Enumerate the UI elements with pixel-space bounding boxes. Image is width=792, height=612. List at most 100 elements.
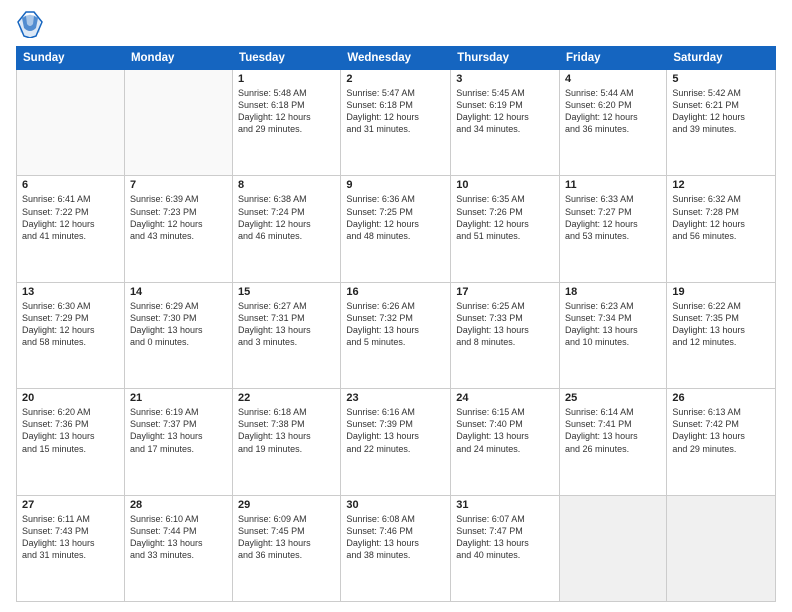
day-detail: Sunrise: 6:11 AM Sunset: 7:43 PM Dayligh… bbox=[22, 513, 119, 562]
day-detail: Sunrise: 6:36 AM Sunset: 7:25 PM Dayligh… bbox=[346, 193, 445, 242]
calendar-cell: 13 Sunrise: 6:30 AM Sunset: 7:29 PM Dayli… bbox=[17, 282, 125, 388]
day-detail: Sunrise: 5:42 AM Sunset: 6:21 PM Dayligh… bbox=[672, 87, 770, 136]
day-number: 15 bbox=[238, 286, 335, 298]
day-number: 24 bbox=[456, 392, 554, 404]
calendar-week-row: 20 Sunrise: 6:20 AM Sunset: 7:36 PM Dayli… bbox=[17, 389, 776, 495]
col-saturday: Saturday bbox=[667, 47, 776, 70]
calendar-cell: 23 Sunrise: 6:16 AM Sunset: 7:39 PM Dayli… bbox=[341, 389, 451, 495]
day-detail: Sunrise: 6:13 AM Sunset: 7:42 PM Dayligh… bbox=[672, 406, 770, 455]
day-detail: Sunrise: 6:16 AM Sunset: 7:39 PM Dayligh… bbox=[346, 406, 445, 455]
calendar-cell bbox=[17, 70, 125, 176]
day-detail: Sunrise: 6:30 AM Sunset: 7:29 PM Dayligh… bbox=[22, 300, 119, 349]
day-number: 27 bbox=[22, 499, 119, 511]
day-detail: Sunrise: 6:29 AM Sunset: 7:30 PM Dayligh… bbox=[130, 300, 227, 349]
calendar-cell: 15 Sunrise: 6:27 AM Sunset: 7:31 PM Dayli… bbox=[233, 282, 341, 388]
day-detail: Sunrise: 6:26 AM Sunset: 7:32 PM Dayligh… bbox=[346, 300, 445, 349]
day-detail: Sunrise: 6:20 AM Sunset: 7:36 PM Dayligh… bbox=[22, 406, 119, 455]
day-number: 7 bbox=[130, 179, 227, 191]
day-number: 25 bbox=[565, 392, 661, 404]
calendar-cell: 25Sunrise: 6:14 AM Sunset: 7:41 PM Dayli… bbox=[560, 389, 667, 495]
day-detail: Sunrise: 6:08 AM Sunset: 7:46 PM Dayligh… bbox=[346, 513, 445, 562]
day-number: 23 bbox=[346, 392, 445, 404]
calendar-cell: 1 Sunrise: 5:48 AM Sunset: 6:18 PM Daylig… bbox=[233, 70, 341, 176]
day-detail: Sunrise: 6:32 AM Sunset: 7:28 PM Dayligh… bbox=[672, 193, 770, 242]
day-number: 11 bbox=[565, 179, 661, 191]
calendar-cell bbox=[560, 495, 667, 601]
day-number: 28 bbox=[130, 499, 227, 511]
calendar-cell bbox=[667, 495, 776, 601]
calendar-cell: 2Sunrise: 5:47 AM Sunset: 6:18 PM Daylig… bbox=[341, 70, 451, 176]
calendar-cell: 19Sunrise: 6:22 AM Sunset: 7:35 PM Dayli… bbox=[667, 282, 776, 388]
day-number: 8 bbox=[238, 179, 335, 191]
day-number: 3 bbox=[456, 73, 554, 85]
day-detail: Sunrise: 6:23 AM Sunset: 7:34 PM Dayligh… bbox=[565, 300, 661, 349]
logo bbox=[16, 10, 48, 38]
calendar-cell: 21Sunrise: 6:19 AM Sunset: 7:37 PM Dayli… bbox=[124, 389, 232, 495]
calendar-cell: 18 Sunrise: 6:23 AM Sunset: 7:34 PM Dayli… bbox=[560, 282, 667, 388]
day-number: 22 bbox=[238, 392, 335, 404]
calendar-header-row: Sunday Monday Tuesday Wednesday Thursday… bbox=[17, 47, 776, 70]
day-detail: Sunrise: 6:15 AM Sunset: 7:40 PM Dayligh… bbox=[456, 406, 554, 455]
calendar-cell: 22 Sunrise: 6:18 AM Sunset: 7:38 PM Dayli… bbox=[233, 389, 341, 495]
day-number: 18 bbox=[565, 286, 661, 298]
day-number: 21 bbox=[130, 392, 227, 404]
page: Sunday Monday Tuesday Wednesday Thursday… bbox=[0, 0, 792, 612]
day-detail: Sunrise: 6:07 AM Sunset: 7:47 PM Dayligh… bbox=[456, 513, 554, 562]
day-number: 20 bbox=[22, 392, 119, 404]
calendar-cell: 30 Sunrise: 6:08 AM Sunset: 7:46 PM Dayli… bbox=[341, 495, 451, 601]
day-detail: Sunrise: 6:41 AM Sunset: 7:22 PM Dayligh… bbox=[22, 193, 119, 242]
col-friday: Friday bbox=[560, 47, 667, 70]
calendar-cell: 7 Sunrise: 6:39 AM Sunset: 7:23 PM Daylig… bbox=[124, 176, 232, 282]
day-number: 2 bbox=[346, 73, 445, 85]
day-detail: Sunrise: 6:25 AM Sunset: 7:33 PM Dayligh… bbox=[456, 300, 554, 349]
day-detail: Sunrise: 5:44 AM Sunset: 6:20 PM Dayligh… bbox=[565, 87, 661, 136]
calendar-cell: 27 Sunrise: 6:11 AM Sunset: 7:43 PM Dayli… bbox=[17, 495, 125, 601]
calendar-cell: 6Sunrise: 6:41 AM Sunset: 7:22 PM Daylig… bbox=[17, 176, 125, 282]
day-number: 13 bbox=[22, 286, 119, 298]
day-number: 31 bbox=[456, 499, 554, 511]
day-number: 5 bbox=[672, 73, 770, 85]
day-detail: Sunrise: 6:10 AM Sunset: 7:44 PM Dayligh… bbox=[130, 513, 227, 562]
day-number: 17 bbox=[456, 286, 554, 298]
day-detail: Sunrise: 5:48 AM Sunset: 6:18 PM Dayligh… bbox=[238, 87, 335, 136]
day-detail: Sunrise: 6:18 AM Sunset: 7:38 PM Dayligh… bbox=[238, 406, 335, 455]
calendar-week-row: 1 Sunrise: 5:48 AM Sunset: 6:18 PM Daylig… bbox=[17, 70, 776, 176]
calendar-cell: 16Sunrise: 6:26 AM Sunset: 7:32 PM Dayli… bbox=[341, 282, 451, 388]
col-wednesday: Wednesday bbox=[341, 47, 451, 70]
day-number: 1 bbox=[238, 73, 335, 85]
calendar-cell: 9 Sunrise: 6:36 AM Sunset: 7:25 PM Daylig… bbox=[341, 176, 451, 282]
calendar-cell bbox=[124, 70, 232, 176]
day-detail: Sunrise: 6:35 AM Sunset: 7:26 PM Dayligh… bbox=[456, 193, 554, 242]
day-number: 4 bbox=[565, 73, 661, 85]
day-detail: Sunrise: 6:27 AM Sunset: 7:31 PM Dayligh… bbox=[238, 300, 335, 349]
calendar-cell: 31 Sunrise: 6:07 AM Sunset: 7:47 PM Dayli… bbox=[451, 495, 560, 601]
calendar-cell: 20 Sunrise: 6:20 AM Sunset: 7:36 PM Dayli… bbox=[17, 389, 125, 495]
day-number: 30 bbox=[346, 499, 445, 511]
day-number: 29 bbox=[238, 499, 335, 511]
calendar-cell: 29 Sunrise: 6:09 AM Sunset: 7:45 PM Dayli… bbox=[233, 495, 341, 601]
calendar-table: Sunday Monday Tuesday Wednesday Thursday… bbox=[16, 46, 776, 602]
day-detail: Sunrise: 6:33 AM Sunset: 7:27 PM Dayligh… bbox=[565, 193, 661, 242]
calendar-week-row: 6Sunrise: 6:41 AM Sunset: 7:22 PM Daylig… bbox=[17, 176, 776, 282]
day-detail: Sunrise: 6:22 AM Sunset: 7:35 PM Dayligh… bbox=[672, 300, 770, 349]
day-number: 12 bbox=[672, 179, 770, 191]
header bbox=[16, 10, 776, 38]
calendar-week-row: 27 Sunrise: 6:11 AM Sunset: 7:43 PM Dayli… bbox=[17, 495, 776, 601]
col-sunday: Sunday bbox=[17, 47, 125, 70]
day-detail: Sunrise: 6:09 AM Sunset: 7:45 PM Dayligh… bbox=[238, 513, 335, 562]
col-thursday: Thursday bbox=[451, 47, 560, 70]
day-detail: Sunrise: 6:39 AM Sunset: 7:23 PM Dayligh… bbox=[130, 193, 227, 242]
calendar-cell: 28 Sunrise: 6:10 AM Sunset: 7:44 PM Dayli… bbox=[124, 495, 232, 601]
generalblue-logo-icon bbox=[16, 10, 44, 38]
calendar-cell: 26 Sunrise: 6:13 AM Sunset: 7:42 PM Dayli… bbox=[667, 389, 776, 495]
calendar-cell: 3 Sunrise: 5:45 AM Sunset: 6:19 PM Daylig… bbox=[451, 70, 560, 176]
calendar-cell: 4 Sunrise: 5:44 AM Sunset: 6:20 PM Daylig… bbox=[560, 70, 667, 176]
calendar-cell: 12 Sunrise: 6:32 AM Sunset: 7:28 PM Dayli… bbox=[667, 176, 776, 282]
day-number: 9 bbox=[346, 179, 445, 191]
day-number: 26 bbox=[672, 392, 770, 404]
calendar-week-row: 13 Sunrise: 6:30 AM Sunset: 7:29 PM Dayli… bbox=[17, 282, 776, 388]
calendar-cell: 8 Sunrise: 6:38 AM Sunset: 7:24 PM Daylig… bbox=[233, 176, 341, 282]
calendar-cell: 10Sunrise: 6:35 AM Sunset: 7:26 PM Dayli… bbox=[451, 176, 560, 282]
day-detail: Sunrise: 5:45 AM Sunset: 6:19 PM Dayligh… bbox=[456, 87, 554, 136]
day-detail: Sunrise: 6:38 AM Sunset: 7:24 PM Dayligh… bbox=[238, 193, 335, 242]
